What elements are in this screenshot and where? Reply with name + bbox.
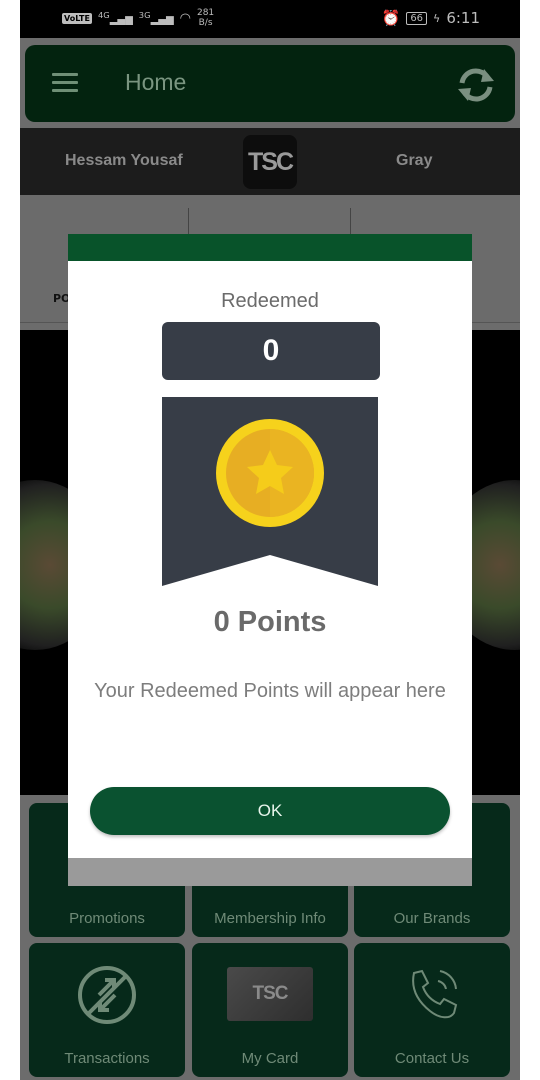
hamburger-menu-icon[interactable] [52,73,78,93]
battery-icon: 66 [406,11,428,25]
dialog-message: Your Redeemed Points will appear here [94,680,446,702]
card-icon: TSC [227,967,313,1021]
left-margin [0,0,20,1080]
user-name: Hessam Yousaf [65,152,183,169]
status-bar: VoLTE 4G▂▄▆ 3G▂▄▆ ◠ 281 B/s ⏰ 66 ϟ 6:11 [20,0,520,38]
phone-icon [412,969,458,1019]
alarm-icon: ⏰ [381,9,401,27]
redeemed-count: 0 [162,322,380,380]
profile-strip: Hessam Yousaf TSC Gray [20,128,520,195]
wifi-icon: ◠ [179,10,191,26]
tile-label: Promotions [69,910,145,927]
dialog-footer [68,858,472,886]
status-right: ⏰ 66 ϟ 6:11 [382,9,480,27]
page-title: Home [125,69,187,95]
membership-tier: Gray [396,152,433,169]
tile-label: My Card [241,1050,299,1067]
medal-ribbon-icon [162,397,378,586]
tile-contact-us[interactable]: Contact Us [354,943,510,1077]
signal-icon: 3G▂▄▆ [138,10,174,26]
transactions-icon [78,966,136,1024]
dialog-header [68,234,472,261]
tile-label: Membership Info [214,910,326,927]
status-left: VoLTE 4G▂▄▆ 3G▂▄▆ ◠ 281 B/s [62,8,214,28]
signal-icon: 4G▂▄▆ [97,10,133,26]
app-bar: Home [25,45,515,122]
refresh-icon[interactable] [454,63,498,107]
charging-icon: ϟ [433,11,441,25]
network-speed: 281 B/s [196,8,215,28]
tile-label: Transactions [64,1050,150,1067]
dialog-title: Redeemed [221,290,319,312]
tile-label: Our Brands [393,910,471,927]
tile-label: Contact Us [394,1050,470,1067]
tile-my-card[interactable]: TSC My Card [192,943,348,1077]
tile-transactions[interactable]: Transactions [29,943,185,1077]
redeemed-dialog: Redeemed 0 0 Points Your Redeemed Points… [68,234,472,886]
volte-badge: VoLTE [62,12,92,24]
clock: 6:11 [446,9,480,27]
right-margin [520,0,540,1080]
points-label: 0 Points [213,606,327,638]
ok-button[interactable]: OK [90,787,450,835]
brand-logo: TSC [243,135,297,189]
